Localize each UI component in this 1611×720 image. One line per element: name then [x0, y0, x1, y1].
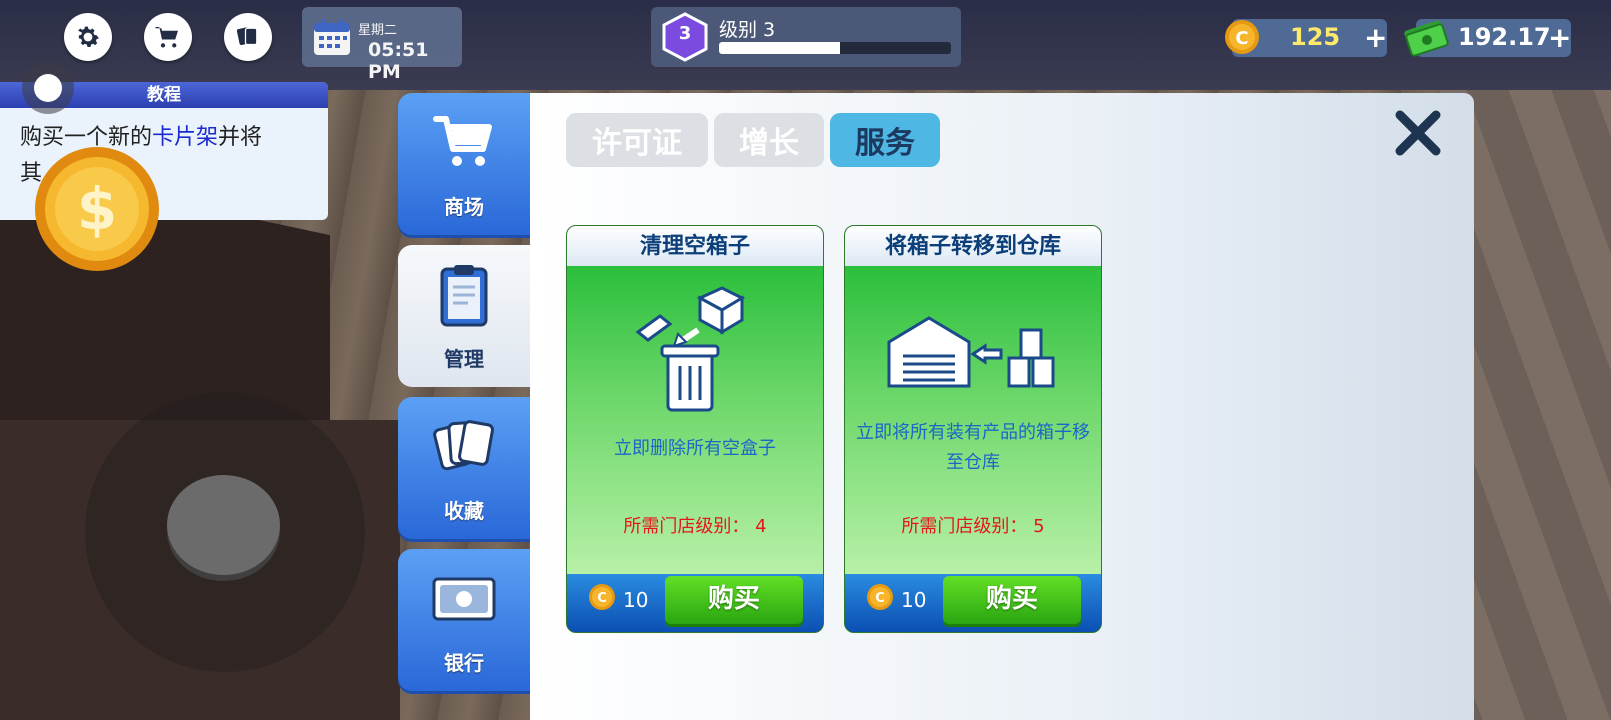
buy-button[interactable]: 购买 — [665, 576, 803, 624]
buy-button[interactable]: 购买 — [943, 576, 1081, 624]
side-tab-mall[interactable]: 商场 — [398, 93, 530, 235]
coin-icon: C — [867, 584, 893, 610]
cash-icon — [1404, 20, 1449, 57]
clipboard-icon — [440, 265, 488, 327]
level-label: 级别 3 — [719, 19, 776, 41]
calendar-icon — [314, 19, 350, 55]
side-tab-bank[interactable]: 银行 — [398, 549, 530, 691]
side-tab-label: 收藏 — [444, 499, 484, 523]
level-progress-fill — [719, 42, 840, 54]
date-time-panel: 星期二 05:51 PM — [302, 7, 462, 83]
tab-growth[interactable]: 增长 — [714, 113, 824, 167]
side-tab-label: 管理 — [444, 347, 484, 371]
card-footer: C 10 购买 — [845, 574, 1101, 632]
card-body: 立即将所有装有产品的箱子移至仓库 所需门店级别： 5 — [845, 266, 1101, 574]
trash-boxes-icon — [635, 286, 746, 412]
add-cash-button[interactable]: + — [1548, 21, 1571, 54]
tutorial-text-b: 并将 — [218, 125, 263, 150]
cards-icon — [236, 27, 258, 46]
coin-icon: C — [1225, 20, 1259, 54]
svg-text:C: C — [875, 591, 885, 606]
coin-counter: C 125 + — [1225, 19, 1387, 57]
joystick-knob[interactable] — [167, 475, 280, 575]
tutorial-highlight: 卡片架 — [152, 125, 219, 150]
close-icon[interactable] — [1392, 107, 1444, 159]
card-title: 将箱子转移到仓库 — [845, 226, 1101, 266]
cash-value: 192.17 — [1458, 23, 1551, 51]
category-tabs: 许可证 增长 服务 — [566, 113, 940, 167]
tutorial-toggle-button[interactable] — [22, 62, 74, 114]
svg-text:$: $ — [77, 175, 117, 243]
cart-icon — [155, 27, 178, 48]
level-panel: 3 级别 3 — [651, 7, 961, 67]
gear-icon — [78, 26, 100, 47]
cards-icon — [433, 420, 494, 471]
side-tab-label: 商场 — [444, 195, 484, 219]
card-price: 10 — [623, 588, 649, 612]
cart-button[interactable] — [144, 13, 192, 61]
card-requirement: 所需门店级别： 5 — [901, 516, 1045, 537]
tab-services[interactable]: 服务 — [830, 113, 940, 167]
card-footer: C 10 购买 — [567, 574, 823, 632]
cash-counter: 192.17 + — [1404, 19, 1571, 57]
level-number: 3 — [678, 23, 692, 44]
side-tab-collection[interactable]: 收藏 — [398, 397, 530, 539]
card-requirement: 所需门店级别： 4 — [623, 516, 767, 537]
cart-icon — [433, 116, 492, 166]
card-body: 立即删除所有空盒子 所需门店级别： 4 — [567, 266, 823, 574]
svg-text:C: C — [1235, 28, 1248, 49]
level-progress-bar — [719, 42, 951, 54]
warehouse-icon — [887, 316, 1055, 388]
dollar-coin-icon: $ — [35, 147, 159, 271]
card-title: 清理空箱子 — [567, 226, 823, 266]
services-panel: 许可证 增长 服务 清理空箱子 立即删除所有空盒子 所需门店级别： 4 C 10… — [530, 93, 1474, 720]
service-card-move-to-warehouse: 将箱子转移到仓库 立即将所有装有产品的箱子移至仓库 所需门店级别： 5 C 10… — [844, 225, 1102, 633]
cards-button[interactable] — [224, 13, 272, 61]
coin-value: 125 — [1290, 23, 1341, 51]
side-tab-manage[interactable]: 管理 — [398, 245, 530, 387]
svg-text:C: C — [597, 591, 607, 606]
tab-license[interactable]: 许可证 — [566, 113, 708, 167]
add-coins-button[interactable]: + — [1364, 21, 1387, 54]
card-price: 10 — [901, 588, 927, 612]
side-tab-label: 银行 — [444, 651, 484, 675]
coin-icon: C — [589, 584, 615, 610]
service-card-clear-boxes: 清理空箱子 立即删除所有空盒子 所需门店级别： 4 C 10 购买 — [566, 225, 824, 633]
card-description: 立即将所有装有产品的箱子移至仓库 — [856, 422, 1090, 473]
card-description: 立即删除所有空盒子 — [614, 438, 776, 459]
banknote-icon — [432, 577, 496, 621]
weekday-label: 星期二 — [358, 23, 398, 38]
settings-button[interactable] — [64, 13, 112, 61]
clock-time: 05:51 PM — [368, 39, 429, 83]
